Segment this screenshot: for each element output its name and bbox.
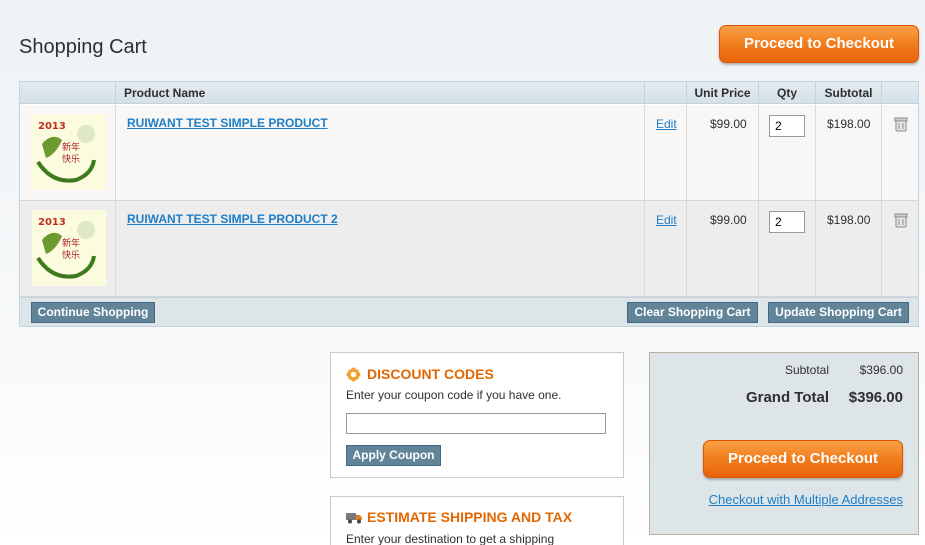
- cart-table-header: Product Name Unit Price Qty Subtotal: [20, 82, 918, 104]
- qty-input[interactable]: [769, 211, 805, 233]
- header-product-name: Product Name: [116, 82, 645, 104]
- grand-total-value: $396.00: [848, 389, 903, 406]
- header-remove-col: [882, 82, 918, 104]
- table-row: 2013 新年 快乐 RUIWANT TEST SIMPLE PRODUCT 2…: [20, 201, 918, 297]
- table-row: 2013 新年 快乐 RUIWANT TEST SIMPLE PRODUCT E…: [20, 105, 918, 201]
- continue-shopping-button[interactable]: Continue Shopping: [31, 302, 155, 323]
- svg-text:快乐: 快乐: [62, 249, 80, 261]
- header-qty: Qty: [759, 82, 816, 104]
- edit-link[interactable]: Edit: [656, 213, 677, 227]
- svg-text:2013: 2013: [38, 217, 66, 228]
- coupon-code-input[interactable]: [346, 413, 606, 434]
- svg-text:新年: 新年: [62, 141, 80, 153]
- header-image-col: [20, 82, 116, 104]
- estimate-shipping-text: Enter your destination to get a shipping: [346, 532, 555, 545]
- product-thumbnail[interactable]: 2013 新年 快乐: [32, 210, 106, 286]
- unit-price: $99.00: [710, 213, 747, 227]
- row-subtotal: $198.00: [827, 213, 871, 227]
- qty-input[interactable]: [769, 115, 805, 137]
- product-thumbnail[interactable]: 2013 新年 快乐: [32, 114, 106, 190]
- product-image-cell: 2013 新年 快乐: [20, 105, 116, 200]
- truck-icon: [346, 513, 362, 524]
- header-edit-col: [645, 82, 687, 104]
- subtotal-label: Subtotal: [784, 363, 829, 377]
- product-name-link[interactable]: RUIWANT TEST SIMPLE PRODUCT: [127, 116, 328, 130]
- product-image-cell: 2013 新年 快乐: [20, 201, 116, 296]
- svg-text:快乐: 快乐: [62, 153, 80, 165]
- grand-total-label: Grand Total: [745, 389, 829, 406]
- checkout-multiple-addresses-link[interactable]: Checkout with Multiple Addresses: [709, 492, 903, 507]
- update-cart-button[interactable]: Update Shopping Cart: [768, 302, 909, 323]
- apply-coupon-button[interactable]: Apply Coupon: [346, 445, 441, 466]
- estimate-shipping-box: ESTIMATE SHIPPING AND TAX Enter your des…: [330, 496, 624, 545]
- proceed-to-checkout-button-bottom[interactable]: Proceed to Checkout: [703, 440, 903, 478]
- product-name-link[interactable]: RUIWANT TEST SIMPLE PRODUCT 2: [127, 212, 338, 226]
- discount-codes-text: Enter your coupon code if you have one.: [346, 388, 562, 402]
- clear-cart-button[interactable]: Clear Shopping Cart: [627, 302, 758, 323]
- delete-icon[interactable]: [893, 212, 909, 228]
- svg-text:2013: 2013: [38, 121, 66, 132]
- discount-icon: [346, 367, 361, 382]
- svg-text:新年: 新年: [62, 237, 80, 249]
- header-unit-price: Unit Price: [687, 82, 759, 104]
- proceed-to-checkout-button-top[interactable]: Proceed to Checkout: [719, 25, 919, 63]
- row-subtotal: $198.00: [827, 117, 871, 131]
- unit-price: $99.00: [710, 117, 747, 131]
- cart-table: Product Name Unit Price Qty Subtotal 201…: [19, 81, 919, 327]
- page-title: Shopping Cart: [19, 36, 147, 58]
- delete-icon[interactable]: [893, 116, 909, 132]
- discount-codes-title: DISCOUNT CODES: [367, 366, 494, 382]
- cart-table-footer: Continue Shopping Clear Shopping Cart Up…: [20, 297, 918, 326]
- header-subtotal: Subtotal: [816, 82, 882, 104]
- discount-codes-box: DISCOUNT CODES Enter your coupon code if…: [330, 352, 624, 478]
- subtotal-value: $396.00: [859, 363, 903, 377]
- edit-link[interactable]: Edit: [656, 117, 677, 131]
- estimate-shipping-title: ESTIMATE SHIPPING AND TAX: [367, 509, 573, 525]
